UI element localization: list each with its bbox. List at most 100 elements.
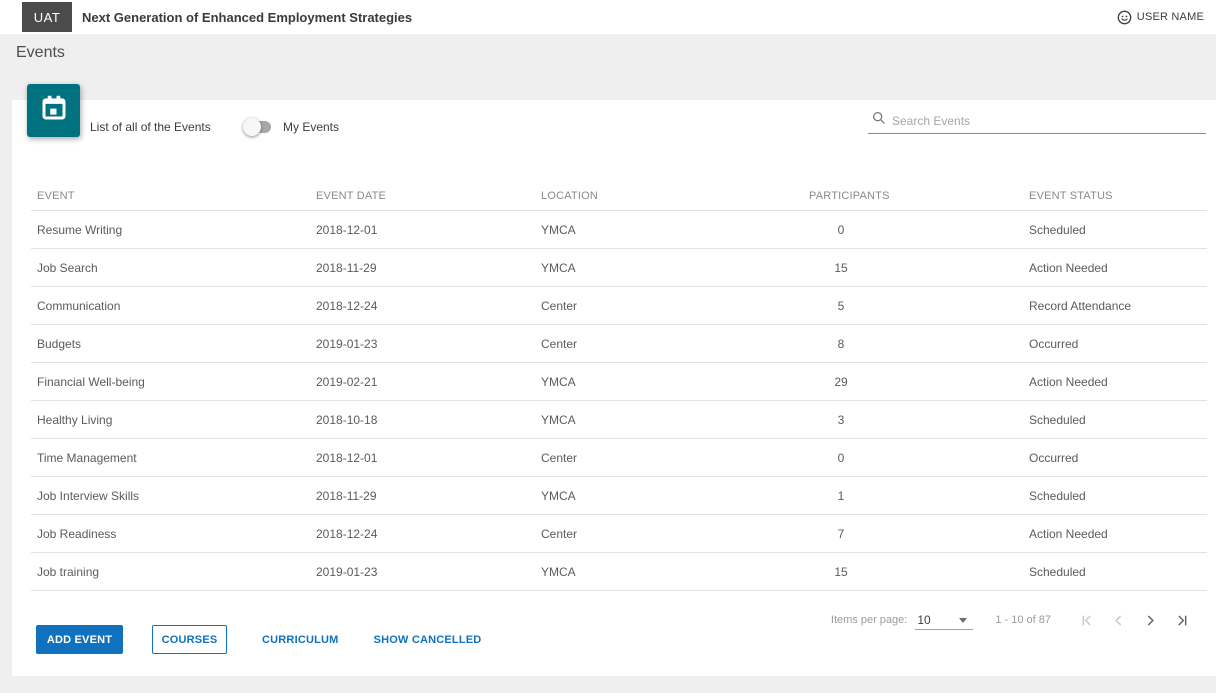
cell-location: YMCA xyxy=(541,488,576,503)
cell-event-date: 2018-12-01 xyxy=(316,450,378,465)
cell-participants: 8 xyxy=(837,336,845,351)
table-row[interactable]: Financial Well-being 2019-02-21 YMCA 29 … xyxy=(31,363,1207,401)
cell-event-status: Action Needed xyxy=(1029,526,1108,541)
cell-event-status: Scheduled xyxy=(1029,488,1086,503)
cell-participants: 3 xyxy=(837,412,845,427)
calendar-tile xyxy=(27,84,80,137)
cell-event: Budgets xyxy=(37,336,82,351)
cell-participants: 0 xyxy=(837,450,845,465)
search-input[interactable] xyxy=(892,113,1206,128)
cell-event-date: 2018-12-24 xyxy=(316,298,378,313)
card-subtitle: List of all of the Events xyxy=(90,120,211,134)
column-header-event: EVENT xyxy=(37,190,75,202)
cell-participants: 5 xyxy=(837,298,845,313)
cell-event-status: Record Attendance xyxy=(1029,298,1132,313)
cell-event-date: 2018-11-29 xyxy=(316,260,377,275)
table-row[interactable]: Job training 2019-01-23 YMCA 15 Schedule… xyxy=(31,553,1207,591)
page-title: Events xyxy=(16,44,65,61)
calendar-icon xyxy=(39,93,69,128)
column-header-event-status: EVENT STATUS xyxy=(1029,190,1113,202)
page-size-value: 10 xyxy=(917,612,931,627)
courses-button[interactable]: COURSES xyxy=(152,625,227,654)
cell-event-date: 2019-01-23 xyxy=(316,564,378,579)
pagination-range: 1 - 10 of 87 xyxy=(995,614,1051,626)
table-row[interactable]: Budgets 2019-01-23 Center 8 Occurred xyxy=(31,325,1207,363)
my-events-toggle[interactable] xyxy=(243,115,273,137)
cell-event: Job Interview Skills xyxy=(37,488,140,503)
user-name-label: USER NAME xyxy=(1136,11,1204,23)
cell-event-status: Scheduled xyxy=(1029,412,1086,427)
cell-participants: 15 xyxy=(834,564,848,579)
first-page-button[interactable] xyxy=(1079,613,1094,628)
add-event-button[interactable]: ADD EVENT xyxy=(36,625,123,654)
table-header-row: EVENT EVENT DATE LOCATION PARTICIPANTS E… xyxy=(31,182,1207,211)
footer-actions: ADD EVENT COURSES CURRICULUM SHOW CANCEL… xyxy=(36,625,481,654)
my-events-label: My Events xyxy=(283,120,340,134)
cell-location: YMCA xyxy=(541,222,576,237)
cell-participants: 7 xyxy=(837,526,845,541)
cell-location: YMCA xyxy=(541,412,576,427)
table-row[interactable]: Healthy Living 2018-10-18 YMCA 3 Schedul… xyxy=(31,401,1207,439)
pagination: Items per page: 10 1 - 10 of 87 xyxy=(831,605,1190,635)
last-page-button[interactable] xyxy=(1175,613,1190,628)
cell-event-status: Action Needed xyxy=(1029,260,1108,275)
cell-participants: 1 xyxy=(837,488,845,503)
cell-event-date: 2018-10-18 xyxy=(316,412,378,427)
events-card: List of all of the Events My Events EVEN… xyxy=(12,84,1216,676)
show-cancelled-button[interactable]: SHOW CANCELLED xyxy=(374,634,482,646)
cell-event-date: 2018-11-29 xyxy=(316,488,377,503)
cell-location: Center xyxy=(541,298,578,313)
chevron-down-icon xyxy=(959,618,968,623)
cell-event: Resume Writing xyxy=(37,222,123,237)
table-row[interactable]: Job Interview Skills 2018-11-29 YMCA 1 S… xyxy=(31,477,1207,515)
pager-controls xyxy=(1079,613,1190,628)
cell-participants: 0 xyxy=(837,222,845,237)
curriculum-button[interactable]: CURRICULUM xyxy=(262,634,339,646)
cell-location: Center xyxy=(541,526,578,541)
column-header-location: LOCATION xyxy=(541,190,599,202)
cell-event-status: Action Needed xyxy=(1029,374,1108,389)
table-row[interactable]: Communication 2018-12-24 Center 5 Record… xyxy=(31,287,1207,325)
cell-location: Center xyxy=(541,336,578,351)
items-per-page-label: Items per page: xyxy=(830,614,908,626)
cell-event-date: 2019-02-21 xyxy=(316,374,378,389)
previous-page-button[interactable] xyxy=(1111,613,1126,628)
cell-location: YMCA xyxy=(541,374,576,389)
table-row[interactable]: Job Readiness 2018-12-24 Center 7 Action… xyxy=(31,515,1207,553)
search-icon xyxy=(872,111,886,130)
cell-participants: 29 xyxy=(834,374,848,389)
app-title: Next Generation of Enhanced Employment S… xyxy=(82,9,413,25)
events-screen: UAT Next Generation of Enhanced Employme… xyxy=(0,0,1216,693)
top-bar: UAT Next Generation of Enhanced Employme… xyxy=(0,0,1216,34)
user-icon xyxy=(1117,10,1132,25)
cell-event-status: Scheduled xyxy=(1029,564,1086,579)
next-page-button[interactable] xyxy=(1143,613,1158,628)
cell-event-date: 2018-12-24 xyxy=(316,526,378,541)
cell-event: Time Management xyxy=(37,450,137,465)
cell-event: Financial Well-being xyxy=(37,374,145,389)
cell-event-date: 2019-01-23 xyxy=(316,336,378,351)
table-row[interactable]: Job Search 2018-11-29 YMCA 15 Action Nee… xyxy=(31,249,1207,287)
cell-event: Communication xyxy=(37,298,121,313)
cell-event-date: 2018-12-01 xyxy=(316,222,378,237)
cell-event: Healthy Living xyxy=(37,412,113,427)
table-row[interactable]: Time Management 2018-12-01 Center 0 Occu… xyxy=(31,439,1207,477)
cell-location: YMCA xyxy=(541,260,576,275)
search-box xyxy=(868,108,1206,134)
cell-event-status: Occurred xyxy=(1029,450,1079,465)
toggle-knob xyxy=(243,118,261,136)
events-table: EVENT EVENT DATE LOCATION PARTICIPANTS E… xyxy=(31,182,1207,591)
column-header-event-date: EVENT DATE xyxy=(316,190,387,202)
cell-event: Job training xyxy=(37,564,100,579)
user-menu[interactable]: USER NAME xyxy=(1117,10,1204,25)
cell-event: Job Readiness xyxy=(37,526,117,541)
cell-event-status: Scheduled xyxy=(1029,222,1086,237)
page-size-select[interactable]: 10 xyxy=(915,610,974,630)
table-row[interactable]: Resume Writing 2018-12-01 YMCA 0 Schedul… xyxy=(31,211,1207,249)
column-header-participants: PARTICIPANTS xyxy=(809,190,890,202)
cell-event-status: Occurred xyxy=(1029,336,1079,351)
environment-badge: UAT xyxy=(22,2,72,32)
cell-location: Center xyxy=(541,450,578,465)
cell-participants: 15 xyxy=(834,260,848,275)
cell-location: YMCA xyxy=(541,564,576,579)
